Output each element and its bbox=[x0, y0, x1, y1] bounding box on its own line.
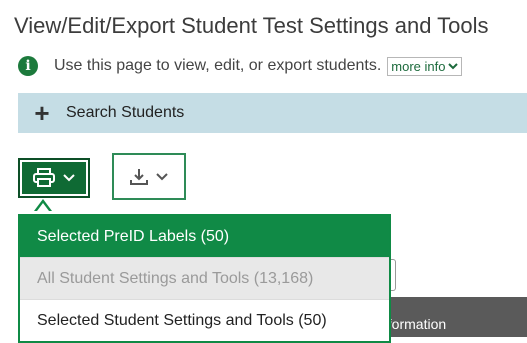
menu-item-selected-preid-labels[interactable]: Selected PreID Labels (50) bbox=[20, 216, 389, 257]
menu-item-all-student-settings: All Student Settings and Tools (13,168) bbox=[20, 257, 389, 299]
chevron-down-icon bbox=[447, 63, 458, 70]
more-info-button[interactable]: more info bbox=[387, 56, 462, 76]
print-button[interactable] bbox=[18, 158, 90, 198]
search-students-toggle[interactable]: + Search Students bbox=[18, 93, 527, 133]
info-row: i Use this page to view, edit, or export… bbox=[18, 55, 462, 77]
more-info-label: more info bbox=[391, 58, 446, 74]
info-text: Use this page to view, edit, or export s… bbox=[54, 57, 382, 74]
page-title: View/Edit/Export Student Test Settings a… bbox=[14, 13, 489, 38]
info-icon: i bbox=[18, 56, 38, 76]
menu-item-selected-student-settings[interactable]: Selected Student Settings and Tools (50) bbox=[20, 299, 389, 341]
download-icon bbox=[130, 168, 148, 185]
table-header-information: nformation bbox=[380, 297, 527, 337]
plus-icon: + bbox=[34, 98, 50, 128]
menu-caret-inner bbox=[37, 203, 49, 211]
search-students-label: Search Students bbox=[66, 104, 185, 121]
download-button[interactable] bbox=[112, 153, 186, 200]
print-dropdown-menu: Selected PreID Labels (50) All Student S… bbox=[18, 214, 391, 343]
chevron-down-icon bbox=[63, 174, 75, 182]
chevron-down-icon bbox=[156, 172, 168, 180]
menu-item-label: Selected PreID Labels (50) bbox=[37, 227, 230, 245]
printer-icon bbox=[33, 168, 55, 187]
menu-item-label: Selected Student Settings and Tools (50) bbox=[37, 311, 327, 329]
menu-item-label: All Student Settings and Tools (13,168) bbox=[37, 269, 314, 287]
